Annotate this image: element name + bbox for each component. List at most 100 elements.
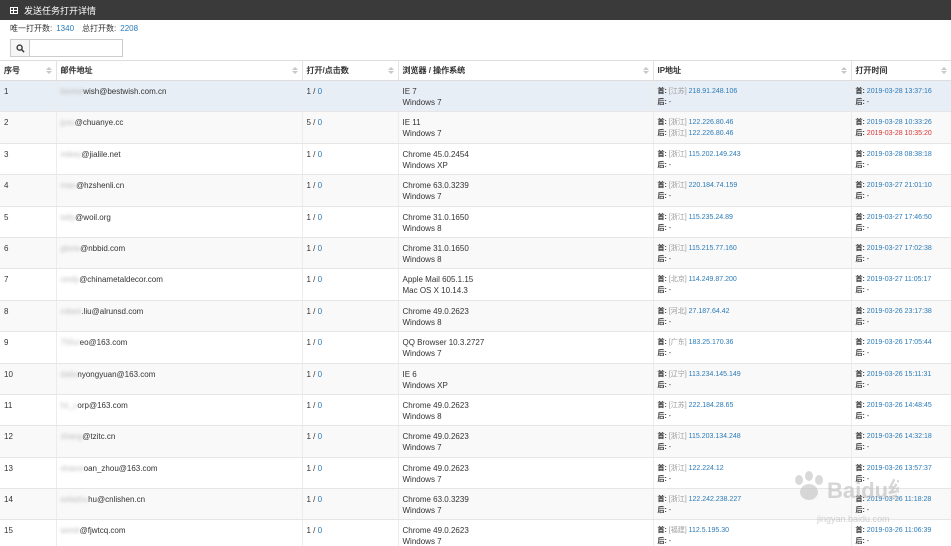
table-body: 1 bestwiwish@bestwish.com.cn 1 / 0 IE 7 Wind… (0, 80, 951, 546)
click-count-link[interactable]: 0 (318, 244, 322, 253)
email-cell: hz_corp@163.com (56, 394, 303, 427)
table-row[interactable]: 8 robert.liu@alrunsd.com 1 / 0 Chrome 49.0.… (0, 300, 951, 333)
operating-system: Windows 7 (402, 192, 442, 202)
ip-cell: 首: [广东] 183.25.170.36 后: - (653, 331, 852, 364)
table-row[interactable]: 12 zhang@tzitc.cn 1 / 0 Chrome 49.0.2623 Win… (0, 425, 951, 458)
click-count-link[interactable]: 0 (318, 432, 322, 441)
email-address: orp@163.com (77, 400, 128, 410)
table-row[interactable]: 15 semit@fjwtcq.com 1 / 0 Chrome 49.0.2623 W… (0, 519, 951, 546)
first-open-time: 2019-03-26 11:18:28 (866, 496, 932, 504)
table-row[interactable]: 13 shaoxioan_zhou@163.com 1 / 0 Chrome 49.0… (0, 457, 951, 490)
email-redacted: shaoxi (60, 463, 84, 473)
row-index: 4 (0, 174, 57, 207)
table-row[interactable]: 4 mao@hzshenli.cn 1 / 0 Chrome 63.0.3239 Win… (0, 174, 951, 207)
email-redacted: tetly (60, 212, 76, 222)
table-row[interactable]: 9 755vieo@163.com 1 / 0 QQ Browser 10.3.272… (0, 331, 951, 364)
email-cell: mikey@jialile.net (56, 143, 303, 176)
table-row[interactable]: 7 cindy@chinametaldecor.com 1 / 0 Apple Mai… (0, 268, 951, 301)
open-time-cell: 首: 2019-03-26 11:18:28 后: - (851, 488, 951, 521)
row-index: 1 (0, 80, 57, 113)
column-header-browser-os[interactable]: 浏览器 / 操作系统 (398, 60, 654, 81)
last-ip: - (668, 224, 672, 232)
column-header-email[interactable]: 邮件地址 (56, 60, 303, 81)
column-header-index[interactable]: 序号 (0, 60, 57, 81)
email-cell: jyxu@chuanye.cc (56, 111, 303, 144)
table-row[interactable]: 1 bestwiwish@bestwish.com.cn 1 / 0 IE 7 Wind… (0, 80, 951, 113)
email-address: wish@bestwish.com.cn (83, 87, 167, 96)
open-time-cell: 首: 2019-03-27 17:02:38 后: - (851, 237, 951, 270)
browser: QQ Browser 10.3.2727 (402, 338, 485, 348)
row-index: 6 (0, 237, 57, 270)
ip-cell: 首: [浙江] 122.224.12 后: - (653, 457, 852, 490)
click-count-link[interactable]: 0 (318, 213, 322, 222)
first-ip: 122.224.12 (688, 464, 724, 472)
browser: Chrome 45.0.2454 (402, 149, 469, 159)
column-header-open-time[interactable]: 打开时间 (851, 60, 951, 81)
click-count-link[interactable]: 0 (318, 150, 322, 159)
opens-clicks-cell: 1 / 0 (302, 174, 399, 207)
column-header-opens-clicks[interactable]: 打开/点击数 (302, 60, 399, 81)
email-redacted: zhang (60, 432, 83, 442)
first-open-time: 2019-03-26 13:57:37 (866, 464, 932, 472)
first-ip: 114.249.87.200 (688, 276, 737, 284)
email-address: @chinametaldecor.com (79, 275, 163, 285)
table-row[interactable]: 3 mikey@jialile.net 1 / 0 Chrome 45.0.2454 W… (0, 143, 951, 176)
click-count-link[interactable]: 0 (318, 338, 322, 347)
row-index: 2 (0, 111, 57, 144)
email-redacted: semit (60, 526, 80, 536)
column-header-ip[interactable]: IP地址 (653, 60, 852, 81)
table-row[interactable]: 11 hz_corp@163.com 1 / 0 Chrome 49.0.2623 Wi… (0, 394, 951, 427)
click-count-link[interactable]: 0 (318, 401, 322, 410)
first-open-time: 2019-03-28 08:38:18 (866, 150, 932, 158)
email-cell: bestwiwish@bestwish.com.cn (56, 80, 303, 113)
click-count-link[interactable]: 0 (318, 495, 322, 504)
search-input[interactable] (30, 39, 123, 57)
table-row[interactable]: 10 dalianyongyuan@163.com 1 / 0 IE 6 Windows… (0, 363, 951, 395)
ip-cell: 首: [江苏] 222.184.28.65 后: - (653, 394, 852, 427)
operating-system: Windows 8 (402, 317, 442, 327)
sort-icon (940, 67, 947, 75)
first-open-time: 2019-03-26 17:05:44 (866, 339, 932, 347)
click-count-link[interactable]: 0 (318, 275, 322, 284)
first-open-time: 2019-03-26 14:48:45 (866, 401, 932, 409)
ip-region: [浙江] (668, 150, 687, 158)
click-count-link[interactable]: 0 (318, 370, 322, 379)
search-button[interactable] (10, 39, 30, 57)
table-row[interactable]: 5 tetly@woil.org 1 / 0 Chrome 31.0.1650 Wind… (0, 206, 951, 238)
browser-os-cell: Chrome 63.0.3239 Windows 7 (398, 174, 654, 207)
email-address: eo@163.com (79, 338, 128, 348)
table-row[interactable]: 6 gloria@nbbid.com 1 / 0 Chrome 31.0.1650 Wi… (0, 237, 951, 270)
operating-system: Windows XP (402, 380, 448, 390)
first-ip: 122.242.238.227 (688, 496, 742, 504)
browser-os-cell: Chrome 45.0.2454 Windows XP (398, 143, 654, 176)
last-open-time: - (866, 412, 870, 420)
first-open-time: 2019-03-27 17:02:38 (866, 244, 932, 252)
browser-os-cell: Chrome 49.0.2623 Windows 8 (398, 300, 654, 333)
click-count-link[interactable]: 0 (318, 526, 322, 535)
click-count-link[interactable]: 0 (318, 87, 322, 96)
total-opens-label: 总打开数: (82, 23, 117, 33)
table-icon (10, 6, 18, 14)
browser: Chrome 49.0.2623 (402, 306, 469, 316)
browser-os-cell: Chrome 49.0.2623 Windows 8 (398, 394, 654, 427)
first-ip: 112.5.195.30 (688, 527, 729, 535)
click-count-link[interactable]: 0 (318, 181, 322, 190)
opens-clicks-cell: 1 / 0 (302, 519, 399, 546)
opens-clicks-cell: 1 / 0 (302, 457, 399, 490)
ip-region: [浙江] (668, 119, 687, 127)
click-count-link[interactable]: 0 (318, 464, 322, 473)
click-count-link[interactable]: 0 (318, 118, 322, 127)
table-row[interactable]: 2 jyxu@chuanye.cc 5 / 0 IE 11 Windows 7 首: [浙… (0, 111, 951, 144)
ip-cell: 首: [河北] 27.187.64.42 后: - (653, 300, 852, 333)
open-time-cell: 首: 2019-03-28 08:38:18 后: - (851, 143, 951, 176)
row-index: 9 (0, 331, 57, 364)
browser: Chrome 49.0.2623 (402, 432, 469, 442)
email-cell: cindy@chinametaldecor.com (56, 268, 303, 301)
opens-clicks-cell: 1 / 0 (302, 237, 399, 270)
last-ip: - (668, 99, 672, 106)
table-row[interactable]: 14 selashuhu@cnlishen.cn 1 / 0 Chrome 63.0.… (0, 488, 951, 521)
ip-region: [河北] (668, 307, 687, 315)
last-open-time: 2019-03-28 10:35:20 (866, 130, 932, 138)
click-count-link[interactable]: 0 (318, 307, 322, 316)
last-ip: - (668, 318, 672, 326)
